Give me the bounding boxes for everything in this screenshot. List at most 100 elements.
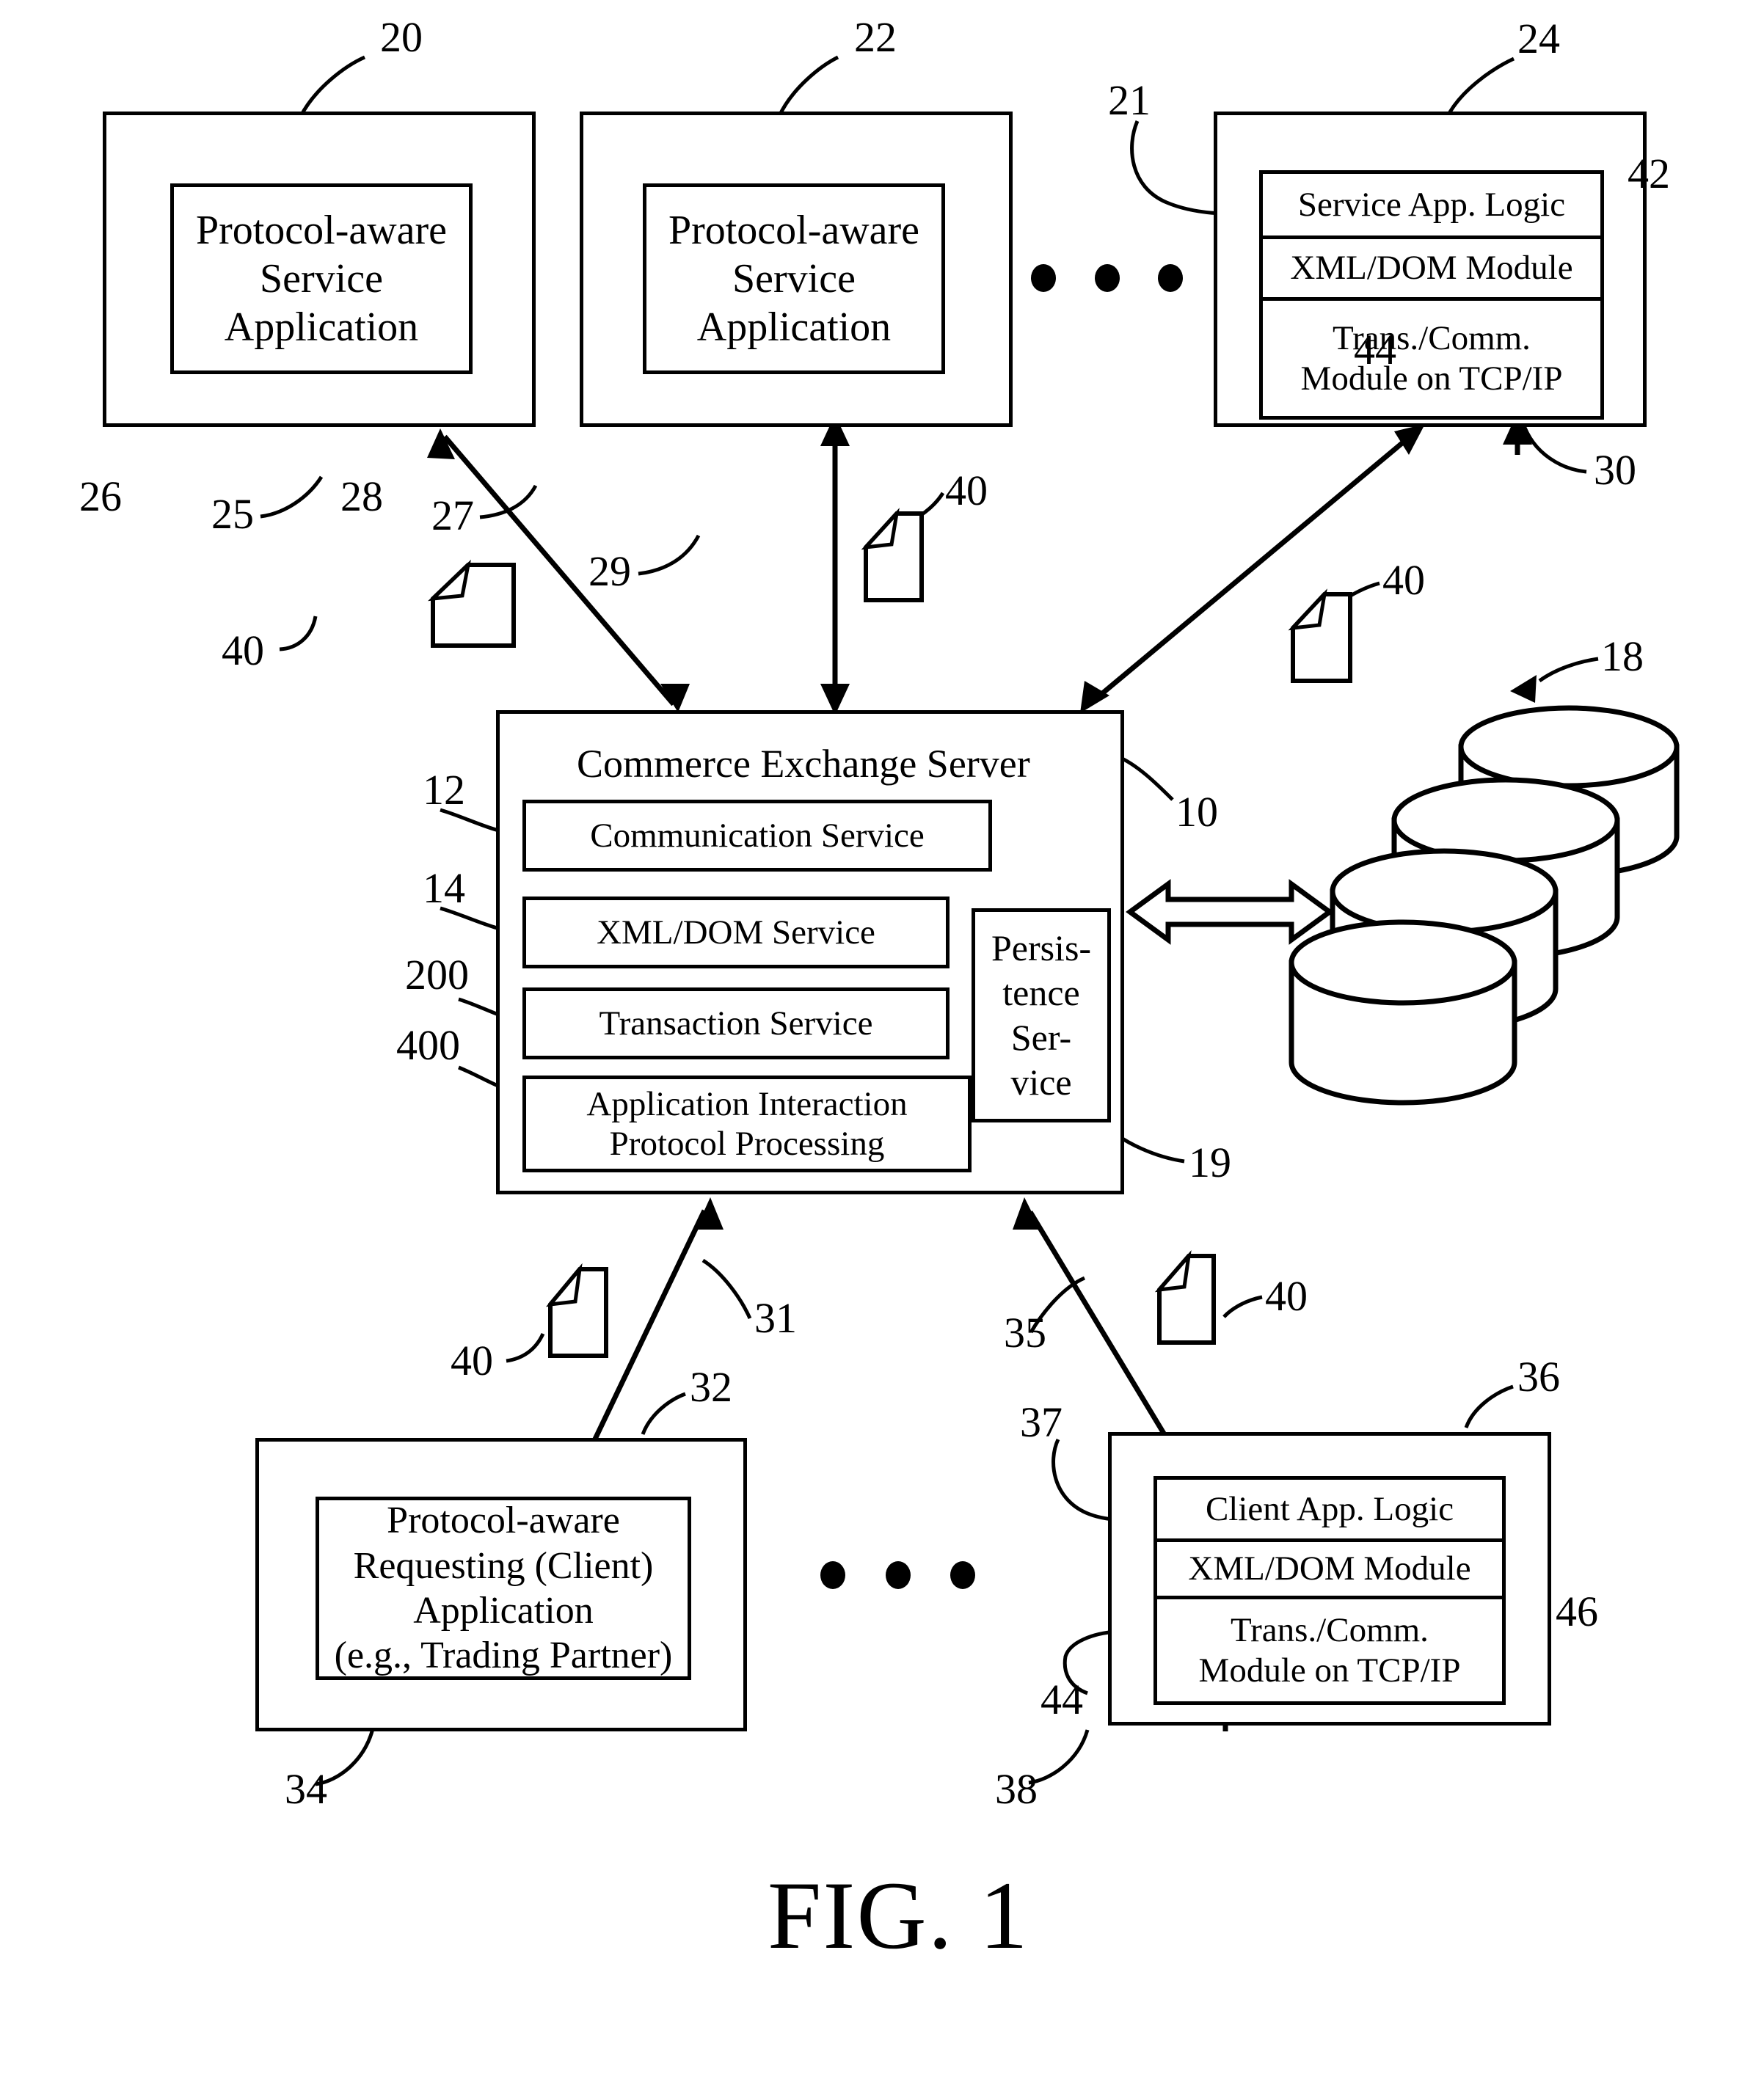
client-application-label: Protocol-aware Requesting (Client) Appli… xyxy=(334,1500,673,1677)
ref-42: 42 xyxy=(1628,150,1670,197)
service-application-label-22: Protocol-aware Service Application xyxy=(668,207,920,351)
client-module-stack-36: Client App. Logic XML/DOM Module Trans./… xyxy=(1153,1476,1506,1705)
ellipsis-dot xyxy=(886,1561,911,1589)
ref-46: 46 xyxy=(1556,1588,1598,1635)
document-icon-4 xyxy=(546,1263,608,1358)
ellipsis-dot xyxy=(950,1561,975,1589)
leader-40-e xyxy=(1222,1295,1263,1318)
ref-26: 26 xyxy=(79,472,122,520)
leader-38 xyxy=(1028,1729,1090,1785)
ref-14: 14 xyxy=(423,864,465,912)
connector-25 xyxy=(427,428,690,712)
ref-22: 22 xyxy=(854,13,897,61)
application-interaction-protocol-box[interactable]: Application Interaction Protocol Process… xyxy=(522,1076,972,1172)
ref-40-a: 40 xyxy=(222,627,264,674)
database-cylinder-1 xyxy=(1458,705,1680,878)
leader-25 xyxy=(260,475,324,519)
service-application-inner-28: Protocol-aware Service Application xyxy=(643,183,945,374)
ref-34: 34 xyxy=(285,1765,327,1813)
ref-19: 19 xyxy=(1189,1139,1231,1186)
leader-22 xyxy=(777,55,839,117)
document-icon-5 xyxy=(1154,1249,1216,1345)
database-cylinder-4 xyxy=(1289,919,1517,1106)
ref-28: 28 xyxy=(340,472,383,520)
server-title: Commerce Exchange Server xyxy=(577,742,1030,786)
service-trans-comm-label: Trans./Comm. Module on TCP/IP xyxy=(1300,318,1563,398)
ellipsis-dot xyxy=(1031,264,1056,292)
persistence-db-double-arrow xyxy=(1126,879,1334,945)
xml-dom-service-label: XML/DOM Service xyxy=(597,913,875,952)
document-icon-2 xyxy=(861,508,924,602)
leader-40-c xyxy=(1338,581,1380,605)
ellipsis-dot xyxy=(1158,264,1183,292)
ref-27: 27 xyxy=(431,492,474,539)
connector-29 xyxy=(1080,424,1425,713)
figure-caption: FIG. 1 xyxy=(768,1861,1029,1969)
ref-31: 31 xyxy=(754,1294,797,1342)
database-cylinder-2 xyxy=(1391,777,1620,960)
ref-400: 400 xyxy=(396,1021,460,1069)
ref-38: 38 xyxy=(995,1765,1038,1813)
client-app-logic-row: Client App. Logic xyxy=(1157,1480,1502,1538)
client-trans-comm-label: Trans./Comm. Module on TCP/IP xyxy=(1198,1610,1461,1690)
client-xml-dom-row: XML/DOM Module xyxy=(1157,1538,1502,1596)
persistence-service-box[interactable]: Persis- tence Ser- vice xyxy=(972,908,1111,1122)
ref-35: 35 xyxy=(1004,1309,1046,1357)
leader-36 xyxy=(1464,1384,1514,1428)
communication-service-box[interactable]: Communication Service xyxy=(522,800,992,872)
patent-figure-1: Protocol-aware Service Application 20 26… xyxy=(0,0,1764,2074)
ref-37: 37 xyxy=(1020,1398,1063,1446)
leader-32 xyxy=(641,1392,686,1435)
ref-44-bottom: 44 xyxy=(1040,1676,1083,1723)
ref-40-c: 40 xyxy=(1382,556,1425,604)
ellipsis-dot xyxy=(1095,264,1120,292)
service-app-logic-row: Service App. Logic xyxy=(1263,174,1600,235)
persistence-service-label: Persis- tence Ser- vice xyxy=(991,927,1092,1103)
service-module-stack-24: Service App. Logic XML/DOM Module Trans.… xyxy=(1259,170,1604,420)
document-icon-3 xyxy=(1288,588,1352,683)
ref-32: 32 xyxy=(690,1363,732,1411)
ref-40-b: 40 xyxy=(945,467,988,514)
leader-29 xyxy=(638,534,701,576)
ref-30: 30 xyxy=(1594,446,1636,494)
ref-29: 29 xyxy=(588,547,631,595)
application-interaction-protocol-label: Application Interaction Protocol Process… xyxy=(586,1084,908,1163)
xml-dom-service-box[interactable]: XML/DOM Service xyxy=(522,897,950,968)
leader-18 xyxy=(1510,657,1599,703)
communication-service-label: Communication Service xyxy=(590,816,925,855)
database-cylinder-3 xyxy=(1330,848,1559,1032)
connector-27 xyxy=(820,415,850,715)
leader-40-b xyxy=(908,492,945,525)
service-application-inner-26: Protocol-aware Service Application xyxy=(170,183,473,374)
ref-20: 20 xyxy=(380,13,423,61)
service-app-logic-label: Service App. Logic xyxy=(1297,185,1566,224)
ref-40-e: 40 xyxy=(1265,1272,1308,1320)
ref-40-d: 40 xyxy=(451,1337,493,1384)
ref-24: 24 xyxy=(1517,15,1560,62)
leader-40-a xyxy=(279,616,318,651)
ref-10: 10 xyxy=(1176,788,1218,836)
leader-40-d xyxy=(506,1332,545,1363)
service-xml-dom-label: XML/DOM Module xyxy=(1290,249,1573,288)
client-trans-comm-row: Trans./Comm. Module on TCP/IP xyxy=(1157,1596,1502,1701)
database-cylinders xyxy=(1289,705,1680,1106)
leader-24 xyxy=(1445,56,1515,119)
ref-21: 21 xyxy=(1108,76,1151,124)
ref-44-top: 44 xyxy=(1354,326,1396,373)
document-icon-1 xyxy=(428,559,516,648)
leader-27 xyxy=(479,484,538,519)
leader-31 xyxy=(701,1258,752,1320)
ref-18: 18 xyxy=(1601,632,1644,680)
ref-200: 200 xyxy=(405,951,469,998)
ref-36: 36 xyxy=(1517,1353,1560,1401)
leader-20 xyxy=(299,55,366,117)
transaction-service-box[interactable]: Transaction Service xyxy=(522,987,950,1059)
service-xml-dom-row: XML/DOM Module xyxy=(1263,235,1600,297)
transaction-service-label: Transaction Service xyxy=(599,1004,873,1043)
ref-12: 12 xyxy=(423,766,465,814)
service-trans-comm-row: Trans./Comm. Module on TCP/IP xyxy=(1263,297,1600,416)
service-application-label-20: Protocol-aware Service Application xyxy=(195,207,448,351)
client-application-inner-34: Protocol-aware Requesting (Client) Appli… xyxy=(316,1497,691,1680)
client-app-logic-label: Client App. Logic xyxy=(1205,1489,1454,1528)
leader-30 xyxy=(1520,421,1587,474)
